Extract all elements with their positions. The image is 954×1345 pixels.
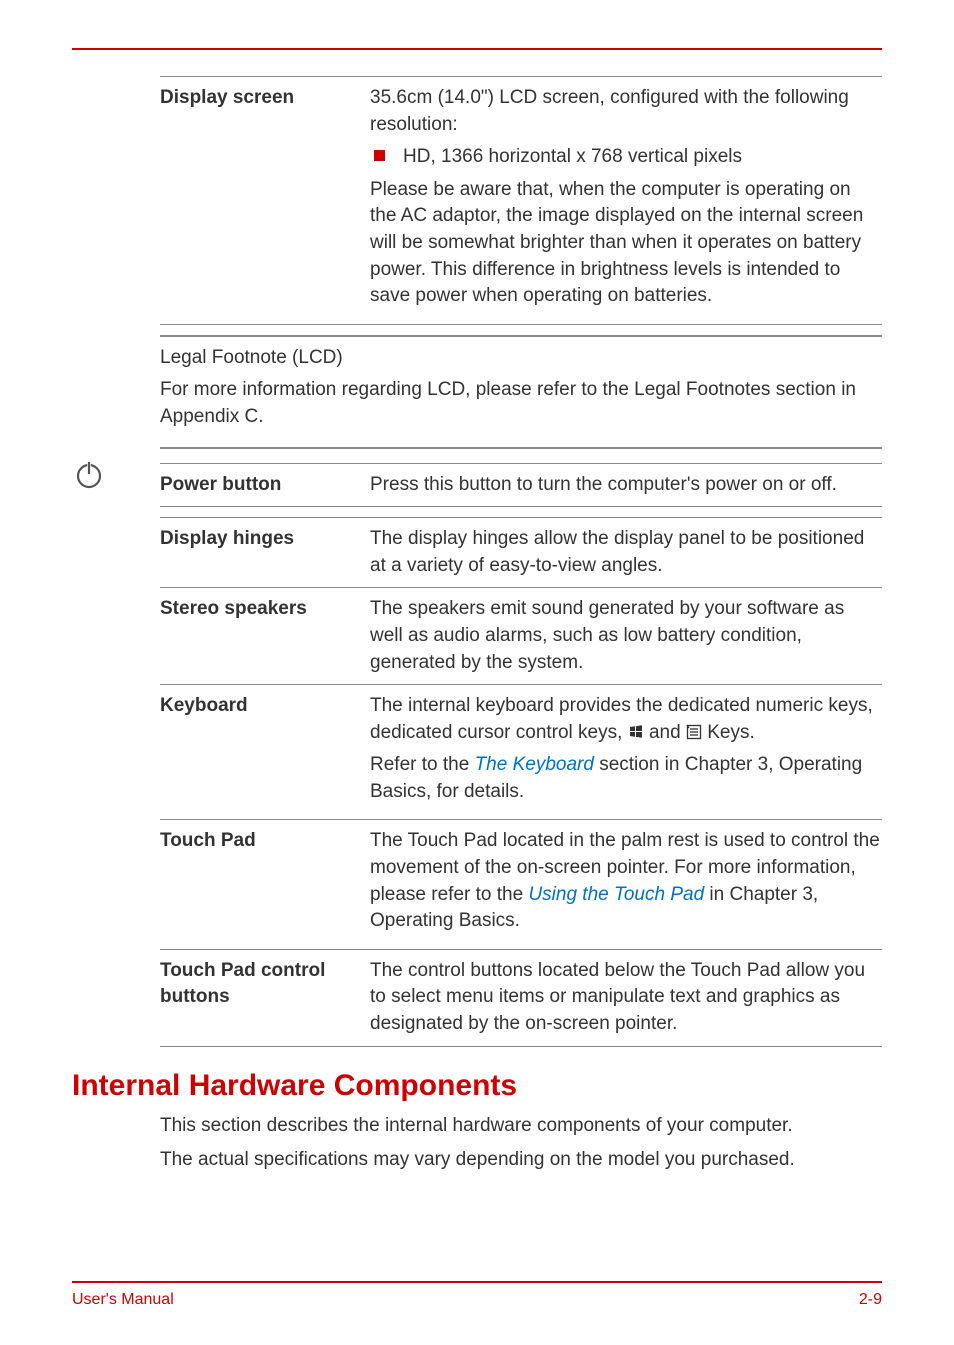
display-screen-bullet-text: HD, 1366 horizontal x 768 vertical pixel… <box>403 144 882 171</box>
table2-bottom-rule <box>160 1046 882 1047</box>
term-stereo-speakers: Stereo speakers <box>160 596 370 676</box>
row-display-hinges: Display hinges The display hinges allow … <box>160 518 882 587</box>
section-p1: This section describes the internal hard… <box>160 1113 882 1140</box>
keyboard-link[interactable]: The Keyboard <box>475 754 594 775</box>
section-p2: The actual specifications may vary depen… <box>160 1147 882 1174</box>
power-icon-col <box>72 449 160 1047</box>
display-screen-p1: 35.6cm (14.0") LCD screen, configured wi… <box>370 85 882 138</box>
menu-key-icon <box>686 724 702 740</box>
legal-body: For more information regarding LCD, plea… <box>160 377 882 430</box>
footer-right: 2-9 <box>859 1291 882 1309</box>
row-display-screen: Display screen 35.6cm (14.0") LCD screen… <box>160 77 882 324</box>
desc-power-button: Press this button to turn the computer's… <box>370 472 882 499</box>
display-screen-p2: Please be aware that, when the computer … <box>370 177 882 310</box>
term-touch-pad: Touch Pad <box>160 828 370 940</box>
row-power-button: Power button Press this button to turn t… <box>160 464 882 507</box>
rule-after-power <box>160 506 882 507</box>
section-body: This section describes the internal hard… <box>160 1113 882 1174</box>
legal-title: Legal Footnote (LCD) <box>160 345 882 372</box>
desc-keyboard: The internal keyboard provides the dedic… <box>370 693 882 811</box>
desc-touch-pad-ctrl: The control buttons located below the To… <box>370 958 882 1038</box>
desc-touch-pad: The Touch Pad located in the palm rest i… <box>370 828 882 940</box>
keyboard-p1a: The internal keyboard provides the dedic… <box>370 695 873 743</box>
top-divider <box>72 48 882 50</box>
row-keyboard: Keyboard The internal keyboard provides … <box>160 684 882 819</box>
table1-bottom-rule <box>160 324 882 325</box>
term-display-hinges: Display hinges <box>160 526 370 579</box>
power-icon <box>72 457 106 491</box>
display-screen-bullet: HD, 1366 horizontal x 768 vertical pixel… <box>370 144 882 171</box>
keyboard-p1b: and <box>649 722 686 743</box>
windows-key-icon <box>628 724 644 740</box>
bullet-square-icon <box>374 150 385 161</box>
page-footer: User's Manual 2-9 <box>72 1281 882 1309</box>
row-stereo-speakers: Stereo speakers The speakers emit sound … <box>160 587 882 684</box>
touchpad-link[interactable]: Using the Touch Pad <box>528 884 704 905</box>
term-keyboard: Keyboard <box>160 693 370 811</box>
keyboard-p1c: Keys. <box>707 722 755 743</box>
legal-footnote-block: Legal Footnote (LCD) For more informatio… <box>160 335 882 449</box>
row-touch-pad-ctrl: Touch Pad control buttons The control bu… <box>160 949 882 1046</box>
section-title: Internal Hardware Components <box>72 1069 882 1103</box>
term-power-button: Power button <box>160 472 370 499</box>
footer-left: User's Manual <box>72 1291 174 1309</box>
row-touch-pad: Touch Pad The Touch Pad located in the p… <box>160 819 882 948</box>
desc-display-screen: 35.6cm (14.0") LCD screen, configured wi… <box>370 85 882 316</box>
desc-stereo-speakers: The speakers emit sound generated by you… <box>370 596 882 676</box>
term-display-screen: Display screen <box>160 85 370 316</box>
term-touch-pad-ctrl: Touch Pad control buttons <box>160 958 370 1038</box>
desc-display-hinges: The display hinges allow the display pan… <box>370 526 882 579</box>
keyboard-p2a: Refer to the <box>370 754 475 775</box>
